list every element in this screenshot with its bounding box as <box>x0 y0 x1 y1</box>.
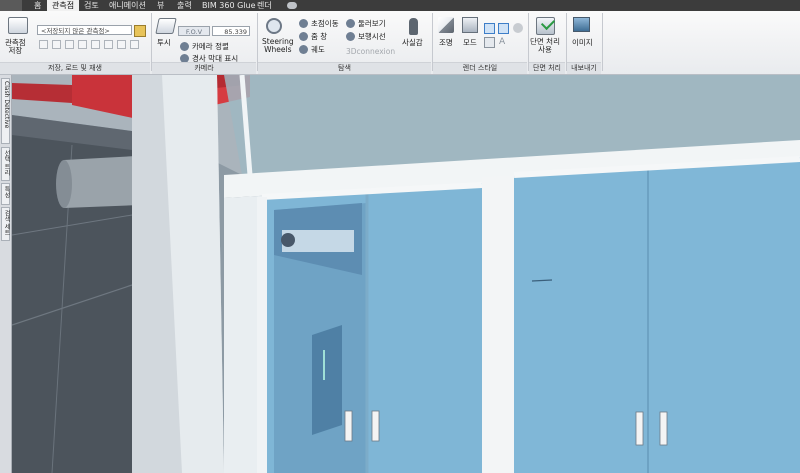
walk-button[interactable]: 보행시선 <box>358 32 386 41</box>
dock-tab-label: 특성 <box>3 186 10 198</box>
tab-viewpoint[interactable]: 관측점 <box>47 0 80 11</box>
dock-tab-search-sets[interactable]: 검색 세트 <box>1 207 10 241</box>
realism-button[interactable]: 사실감 <box>402 38 423 47</box>
perspective-button[interactable]: 투시 <box>157 38 171 47</box>
tab-output[interactable]: 출력 <box>172 0 197 11</box>
tab-render[interactable]: 렌더 <box>252 0 277 11</box>
next-frame-icon[interactable] <box>130 40 139 49</box>
prev-frame-icon[interactable] <box>52 40 61 49</box>
snap-points-icon[interactable] <box>484 37 495 48</box>
mode-button[interactable]: 모드 <box>463 38 477 47</box>
image-button[interactable]: 이미지 <box>572 38 593 47</box>
3d-viewport[interactable] <box>12 75 800 473</box>
dock-tab-clash-detective[interactable]: Clash Detective <box>1 78 10 144</box>
dock-tab-properties[interactable]: 특성 <box>1 183 10 205</box>
application-menu-button[interactable] <box>0 0 22 11</box>
play-icon[interactable] <box>117 40 126 49</box>
side-dock: Clash Detective 선택 트리 특성 검색 세트 <box>0 75 12 473</box>
viewpoint-settings-icon[interactable] <box>134 25 146 37</box>
zoom-icon[interactable] <box>299 32 308 41</box>
tab-view[interactable]: 뷰 <box>152 0 169 11</box>
fov-label: F.O.V <box>178 26 210 36</box>
enable-sectioning-button[interactable]: 단면 처리 사용 <box>530 38 560 54</box>
lighting-icon[interactable] <box>438 17 454 33</box>
image-export-icon[interactable] <box>573 17 590 32</box>
points-toggle-icon[interactable] <box>513 23 523 33</box>
render-mode-icon[interactable] <box>462 17 478 33</box>
perspective-icon[interactable] <box>155 18 177 34</box>
tab-home[interactable]: 홈 <box>29 0 46 11</box>
panel-title-export[interactable]: 내보내기 <box>567 62 601 74</box>
save-viewpoint-button[interactable]: 관측점 저장 <box>5 39 26 55</box>
lines-toggle-icon[interactable] <box>498 23 509 34</box>
tab-bim360-glue[interactable]: BIM 360 Glue <box>197 0 261 11</box>
fov-field[interactable]: 85.339 <box>212 26 250 36</box>
ribbon-tab-bar: 홈 관측점 검토 애니메이션 뷰 출력 BIM 360 Glue 렌더 <box>0 0 800 11</box>
quick-access-toggle-icon[interactable] <box>287 2 297 9</box>
ribbon-panel-area: 관측점 저장 <저장되지 않은 관측점> 저장, 로드 및 재생 투시 F.O.… <box>0 11 800 75</box>
reverse-play-icon[interactable] <box>78 40 87 49</box>
dock-tab-label: 선택 트리 <box>3 150 10 176</box>
panel-title-sectioning[interactable]: 단면 처리 <box>529 62 565 74</box>
align-camera-button[interactable]: 카메라 정렬 <box>192 42 229 51</box>
pan-button[interactable]: 초점이동 <box>311 19 339 28</box>
look-around-icon[interactable] <box>346 19 355 28</box>
orbit-icon[interactable] <box>299 45 308 54</box>
tab-review[interactable]: 검토 <box>79 0 104 11</box>
pause-icon[interactable] <box>91 40 100 49</box>
look-around-button[interactable]: 둘러보기 <box>358 19 386 28</box>
camera-save-icon[interactable] <box>8 17 28 34</box>
scene-render <box>12 75 800 473</box>
lighting-button[interactable]: 조명 <box>439 38 453 47</box>
first-frame-icon[interactable] <box>39 40 48 49</box>
align-camera-icon[interactable] <box>180 42 189 51</box>
panel-title-camera[interactable]: 카메라 <box>152 62 256 74</box>
pan-icon[interactable] <box>299 19 308 28</box>
walk-icon[interactable] <box>346 32 355 41</box>
panel-title-render-style[interactable]: 렌더 스타일 <box>433 62 527 74</box>
dock-tab-selection-tree[interactable]: 선택 트리 <box>1 147 10 181</box>
steering-wheels-button[interactable]: Steering Wheels <box>262 38 294 54</box>
surfaces-toggle-icon[interactable] <box>484 23 495 34</box>
panel-title-navigate[interactable]: 탐색 <box>258 62 431 74</box>
text-toggle-icon[interactable]: A <box>499 37 509 48</box>
viewpoint-combo[interactable]: <저장되지 않은 관측점> <box>37 25 132 35</box>
orbit-button[interactable]: 궤도 <box>311 45 325 54</box>
steering-wheels-icon[interactable] <box>266 18 282 34</box>
panel-title-save[interactable]: 저장, 로드 및 재생 <box>0 62 150 74</box>
stop-icon[interactable] <box>104 40 113 49</box>
realism-person-icon[interactable] <box>409 18 418 35</box>
3dconnexion-button[interactable]: 3Dconnexion <box>346 47 395 56</box>
rewind-icon[interactable] <box>65 40 74 49</box>
zoom-button[interactable]: 줌 창 <box>311 32 327 41</box>
dock-tab-label: 검색 세트 <box>3 210 10 236</box>
dock-tab-label: Clash Detective <box>3 81 10 129</box>
tab-animation[interactable]: 애니메이션 <box>104 0 151 11</box>
